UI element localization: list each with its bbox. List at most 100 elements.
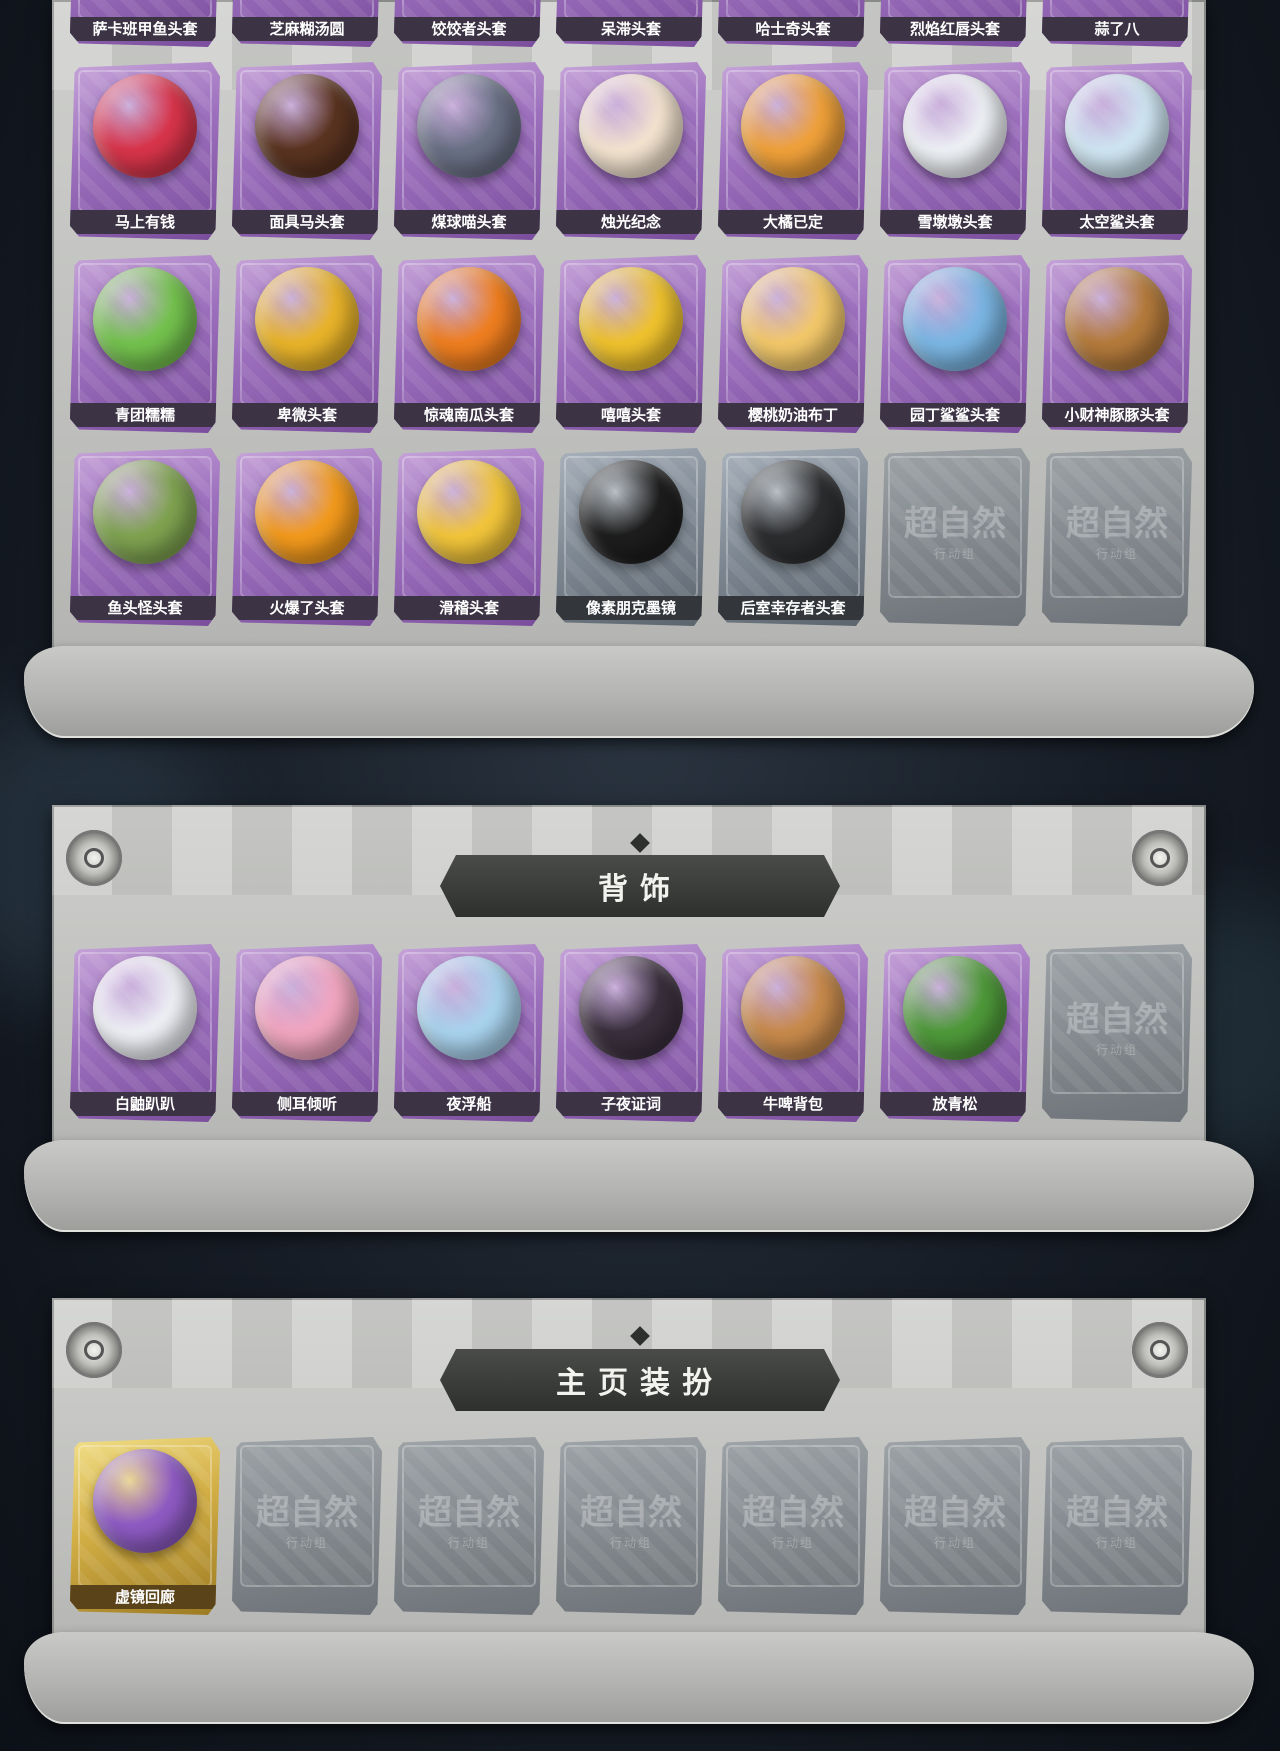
item-name: 卑微头套 [232,403,382,427]
item-name: 饺饺者头套 [394,17,544,41]
empty-slot: 超自然 行动组 [1042,448,1192,626]
item-name: 太空鲨头套 [1042,210,1192,234]
section-title: 主页装扮 [556,1366,724,1401]
item-card[interactable]: 牛啤背包 [718,944,868,1122]
item-name: 面具马头套 [232,210,382,234]
watermark-subtitle: 行动组 [1095,1043,1138,1057]
watermark-title: 超自然 [1066,504,1168,544]
item-card[interactable]: 侧耳倾听 [232,944,382,1122]
empty-slot: 超自然 行动组 [1042,1437,1192,1615]
item-card[interactable]: 呆滞头套 [556,0,706,47]
gardener-shark-icon [903,267,1007,371]
watermark-subtitle: 行动组 [609,1536,652,1550]
homepage-banner: 主页装扮 [440,1349,840,1411]
item-name: 放青松 [880,1092,1030,1116]
item-name: 呆滞头套 [556,17,706,41]
item-card[interactable]: 放青松 [880,944,1030,1122]
bonsai-icon [903,956,1007,1060]
item-card[interactable]: 煤球喵头套 [394,62,544,240]
item-card[interactable]: 萨卡班甲鱼头套 [70,0,220,47]
pudding-icon [741,267,845,371]
placeholder-watermark: 超自然 行动组 [556,1485,706,1551]
item-card[interactable]: 面具马头套 [232,62,382,240]
item-card[interactable]: 滑稽头套 [394,448,544,626]
item-card[interactable]: 大橘已定 [718,62,868,240]
placeholder-watermark: 超自然 行动组 [1042,992,1192,1058]
placeholder-watermark: 超自然 行动组 [1042,496,1192,562]
item-card[interactable]: 马上有钱 [70,62,220,240]
empty-slot: 超自然 行动组 [556,1437,706,1615]
homepage-scroll-bottom [24,1632,1254,1724]
item-name: 火爆了头套 [232,596,382,620]
item-name: 白鼬趴趴 [70,1092,220,1116]
item-name: 虚镜回廊 [70,1585,220,1609]
item-name: 子夜证词 [556,1092,706,1116]
watermark-subtitle: 行动组 [285,1536,328,1550]
item-card[interactable]: 火爆了头套 [232,448,382,626]
item-card[interactable]: 虚镜回廊 [70,1437,220,1615]
grin-face-icon [579,267,683,371]
item-card[interactable]: 小财神豚豚头套 [1042,255,1192,433]
item-card[interactable]: 太空鲨头套 [1042,62,1192,240]
item-card[interactable]: 园丁鲨鲨头套 [880,255,1030,433]
placeholder-watermark: 超自然 行动组 [1042,1485,1192,1551]
item-name: 烛光纪念 [556,210,706,234]
item-card[interactable]: 子夜证词 [556,944,706,1122]
pixel-sunglasses-icon [579,460,683,564]
item-card[interactable]: 雪墩墩头套 [880,62,1030,240]
watermark-title: 超自然 [256,1493,358,1533]
watermark-subtitle: 行动组 [933,547,976,561]
item-card[interactable]: 后室幸存者头套 [718,448,868,626]
watermark-title: 超自然 [418,1493,520,1533]
watermark-title: 超自然 [1066,1493,1168,1533]
green-bun-icon [93,267,197,371]
item-card[interactable]: 蒜了八 [1042,0,1192,47]
watermark-title: 超自然 [904,1493,1006,1533]
item-name: 青团糯糯 [70,403,220,427]
placeholder-watermark: 超自然 行动组 [880,1485,1030,1551]
empty-slot: 超自然 行动组 [718,1437,868,1615]
watermark-title: 超自然 [742,1493,844,1533]
item-card[interactable]: 鱼头怪头套 [70,448,220,626]
item-card[interactable]: 烛光纪念 [556,62,706,240]
shark-egg-icon [1065,74,1169,178]
fish-man-icon [93,460,197,564]
item-card[interactable]: 芝麻糊汤圆 [232,0,382,47]
headwear-scroll-bottom [24,646,1254,738]
snowman-icon [903,74,1007,178]
item-card[interactable]: 烈焰红唇头套 [880,0,1030,47]
watermark-subtitle: 行动组 [1095,1536,1138,1550]
item-card[interactable]: 樱桃奶油布丁 [718,255,868,433]
watermark-subtitle: 行动组 [447,1536,490,1550]
empty-slot: 超自然 行动组 [1042,944,1192,1122]
cow-barrel-icon [741,956,845,1060]
item-card[interactable]: 哈士奇头套 [718,0,868,47]
headwear-grid: 萨卡班甲鱼头套 芝麻糊汤圆 饺饺者头套 呆滞头套 哈士奇头套 烈焰红唇头套 蒜了八马上有钱面… [70,0,1192,626]
white-ferret-icon [93,956,197,1060]
red-horse-icon [93,74,197,178]
flower-wreath-icon [255,956,359,1060]
fire-spirit-icon [255,460,359,564]
item-card[interactable]: 嘻嘻头套 [556,255,706,433]
back-accessory-scroll-bottom [24,1140,1254,1232]
placeholder-watermark: 超自然 行动组 [718,1485,868,1551]
panel-ornament-left [66,1322,122,1378]
item-card[interactable]: 夜浮船 [394,944,544,1122]
item-card[interactable]: 卑微头套 [232,255,382,433]
panel-ornament-left [66,830,122,886]
item-card[interactable]: 像素朋克墨镜 [556,448,706,626]
gas-mask-icon [741,460,845,564]
item-name: 烈焰红唇头套 [880,17,1030,41]
item-name: 牛啤背包 [718,1092,868,1116]
watermark-subtitle: 行动组 [933,1536,976,1550]
item-name: 园丁鲨鲨头套 [880,403,1030,427]
jellyfish-icon [417,956,521,1060]
item-name: 马上有钱 [70,210,220,234]
item-card[interactable]: 饺饺者头套 [394,0,544,47]
item-card[interactable]: 惊魂南瓜头套 [394,255,544,433]
humble-face-icon [255,267,359,371]
item-name: 哈士奇头套 [718,17,868,41]
item-card[interactable]: 青团糯糯 [70,255,220,433]
item-card[interactable]: 白鼬趴趴 [70,944,220,1122]
grey-cat-icon [417,74,521,178]
